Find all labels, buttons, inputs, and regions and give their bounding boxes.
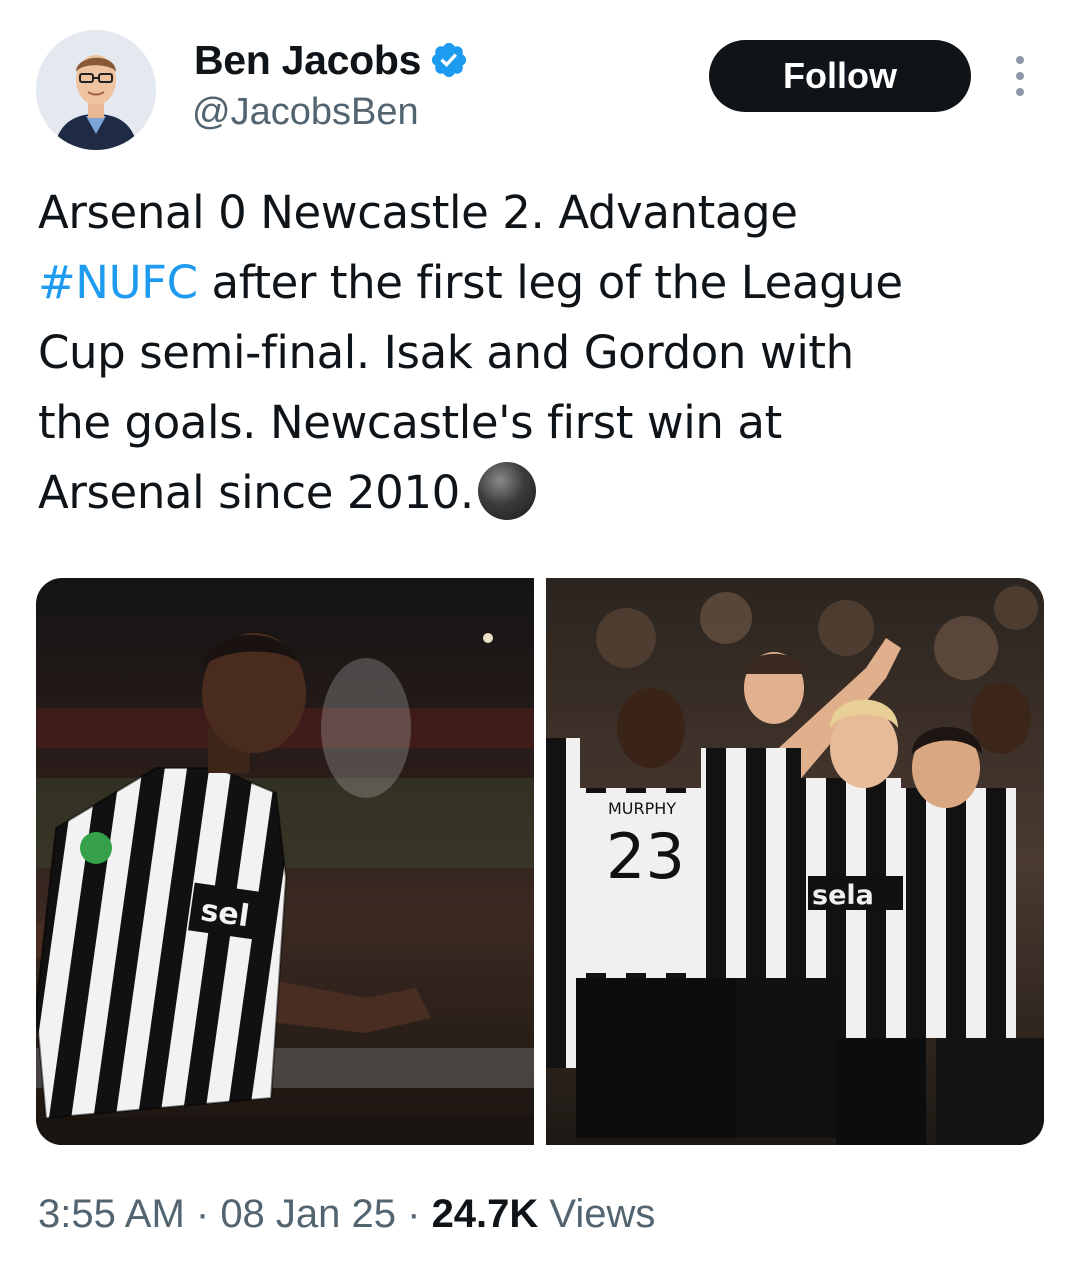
tweet-meta: 3:55 AM · 08 Jan 25 · 24.7K Views [38,1190,655,1238]
follow-button[interactable]: Follow [709,40,971,112]
author-handle[interactable]: @JacobsBen [192,90,419,134]
meta-separator: · [396,1192,432,1236]
hashtag-link[interactable]: #NUFC [38,256,198,309]
tweet-text-line: Cup semi-final. Isak and Gordon with [38,326,854,379]
meta-separator: · [184,1192,221,1236]
author-name-text: Ben Jacobs [194,37,422,83]
tweet-time[interactable]: 3:55 AM [38,1192,185,1236]
tweet-date[interactable]: 08 Jan 25 [220,1192,396,1236]
tweet-text-segment: after the first leg of the League [197,256,904,309]
views-count[interactable]: 24.7K [432,1192,539,1236]
tweet-text: Arsenal 0 Newcastle 2. Advantage #NUFC a… [38,178,1048,528]
tweet-text-line: the goals. Newcastle's first win at [38,396,782,449]
jersey-name-text: MURPHY [608,799,676,818]
tweet-text-line: Arsenal 0 Newcastle 2. Advantage [38,186,798,239]
photo-team-celebration[interactable]: MURPHY 23 sela [546,578,1044,1145]
black-circle-emoji [477,462,536,520]
tweet-text-segment: Arsenal since 2010. [38,466,474,519]
photo-image: sel [36,578,534,1145]
more-vertical-icon[interactable] [1008,56,1032,96]
photo-player-celebration[interactable]: sel [36,578,534,1145]
photo-image: MURPHY 23 sela [546,578,1044,1145]
tweet-text-line: Arsenal since 2010. [38,458,1048,528]
sponsor-text: sela [812,880,874,911]
author-name[interactable]: Ben Jacobs [194,36,469,84]
views-label: Views [538,1192,656,1236]
media-grid: sel MURPHY 23 sela [36,578,1044,1145]
jersey-number-text: 23 [606,820,685,893]
jersey-text: sel [199,893,252,934]
verified-badge-icon [432,42,467,78]
avatar-image [36,30,156,150]
tweet-text-line: #NUFC after the first leg of the League [38,248,1048,318]
avatar[interactable] [36,30,156,150]
tweet-card: Ben Jacobs @JacobsBen Follow Arsenal 0 N… [0,0,1080,1268]
